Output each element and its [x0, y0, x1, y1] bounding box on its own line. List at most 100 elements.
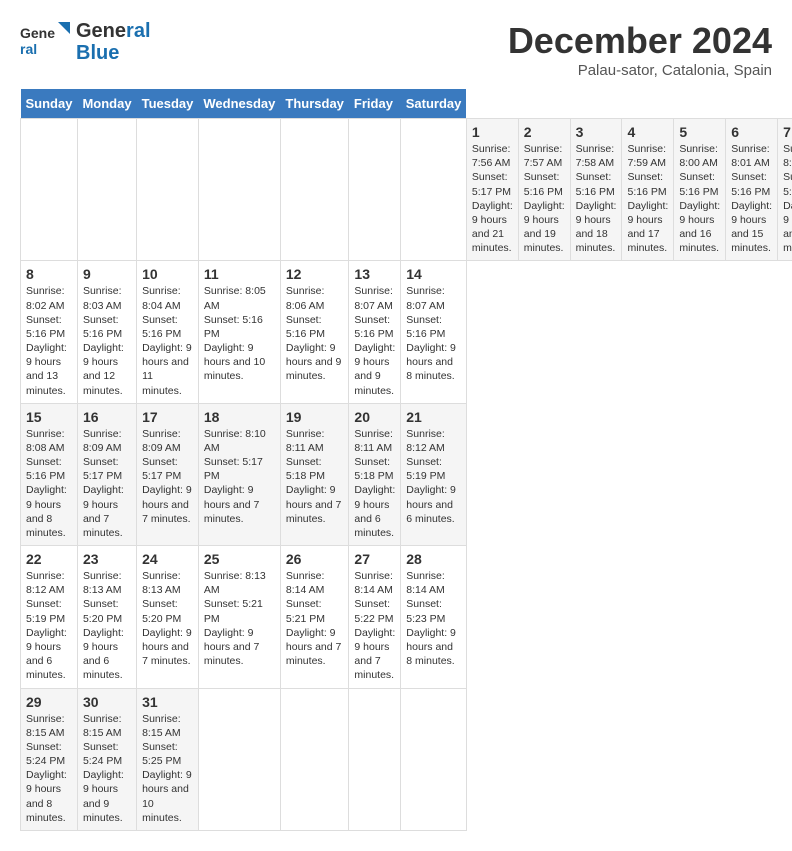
calendar-cell: 5 Sunrise: 8:00 AMSunset: 5:16 PMDayligh… — [674, 119, 726, 261]
calendar-cell: 11 Sunrise: 8:05 AMSunset: 5:16 PMDaylig… — [198, 261, 280, 403]
day-info: Sunrise: 8:02 AMSunset: 5:16 PMDaylight:… — [26, 284, 72, 397]
day-number: 23 — [83, 551, 131, 567]
calendar-cell: 28 Sunrise: 8:14 AMSunset: 5:23 PMDaylig… — [401, 546, 467, 688]
day-info: Sunrise: 8:15 AMSunset: 5:25 PMDaylight:… — [142, 712, 193, 825]
day-number: 2 — [524, 124, 565, 140]
calendar-cell — [401, 688, 467, 830]
day-info: Sunrise: 8:10 AMSunset: 5:17 PMDaylight:… — [204, 427, 275, 526]
day-number: 30 — [83, 694, 131, 710]
day-info: Sunrise: 8:08 AMSunset: 5:16 PMDaylight:… — [26, 427, 72, 540]
calendar-cell — [21, 119, 78, 261]
calendar-cell — [77, 119, 136, 261]
header-sunday: Sunday — [21, 89, 78, 119]
day-info: Sunrise: 8:14 AMSunset: 5:23 PMDaylight:… — [406, 569, 461, 668]
day-info: Sunrise: 7:56 AMSunset: 5:17 PMDaylight:… — [472, 142, 513, 255]
calendar-cell — [349, 688, 401, 830]
day-info: Sunrise: 8:12 AMSunset: 5:19 PMDaylight:… — [26, 569, 72, 682]
calendar-week-row: 22 Sunrise: 8:12 AMSunset: 5:19 PMDaylig… — [21, 546, 792, 688]
day-info: Sunrise: 8:07 AMSunset: 5:16 PMDaylight:… — [354, 284, 395, 397]
calendar-cell: 26 Sunrise: 8:14 AMSunset: 5:21 PMDaylig… — [280, 546, 349, 688]
calendar-cell: 4 Sunrise: 7:59 AMSunset: 5:16 PMDayligh… — [622, 119, 674, 261]
day-number: 24 — [142, 551, 193, 567]
day-number: 16 — [83, 409, 131, 425]
calendar-cell — [137, 119, 199, 261]
day-number: 22 — [26, 551, 72, 567]
calendar-cell: 13 Sunrise: 8:07 AMSunset: 5:16 PMDaylig… — [349, 261, 401, 403]
calendar-cell: 17 Sunrise: 8:09 AMSunset: 5:17 PMDaylig… — [137, 403, 199, 545]
svg-text:Gene: Gene — [20, 25, 55, 41]
day-number: 26 — [286, 551, 344, 567]
calendar-week-row: 29 Sunrise: 8:15 AMSunset: 5:24 PMDaylig… — [21, 688, 792, 830]
day-number: 25 — [204, 551, 275, 567]
calendar-cell: 9 Sunrise: 8:03 AMSunset: 5:16 PMDayligh… — [77, 261, 136, 403]
calendar-cell: 30 Sunrise: 8:15 AMSunset: 5:24 PMDaylig… — [77, 688, 136, 830]
svg-text:ral: ral — [20, 41, 37, 57]
day-info: Sunrise: 8:14 AMSunset: 5:21 PMDaylight:… — [286, 569, 344, 668]
calendar-cell: 14 Sunrise: 8:07 AMSunset: 5:16 PMDaylig… — [401, 261, 467, 403]
day-info: Sunrise: 8:04 AMSunset: 5:16 PMDaylight:… — [142, 284, 193, 397]
calendar-table: Sunday Monday Tuesday Wednesday Thursday… — [20, 89, 792, 831]
day-number: 6 — [731, 124, 772, 140]
day-number: 12 — [286, 266, 344, 282]
day-number: 19 — [286, 409, 344, 425]
calendar-cell: 24 Sunrise: 8:13 AMSunset: 5:20 PMDaylig… — [137, 546, 199, 688]
header-friday: Friday — [349, 89, 401, 119]
day-number: 31 — [142, 694, 193, 710]
header-saturday: Saturday — [401, 89, 467, 119]
calendar-cell: 23 Sunrise: 8:13 AMSunset: 5:20 PMDaylig… — [77, 546, 136, 688]
day-info: Sunrise: 8:03 AMSunset: 5:16 PMDaylight:… — [83, 284, 131, 397]
calendar-cell: 20 Sunrise: 8:11 AMSunset: 5:18 PMDaylig… — [349, 403, 401, 545]
day-number: 13 — [354, 266, 395, 282]
calendar-cell: 22 Sunrise: 8:12 AMSunset: 5:19 PMDaylig… — [21, 546, 78, 688]
calendar-cell: 3 Sunrise: 7:58 AMSunset: 5:16 PMDayligh… — [570, 119, 622, 261]
logo: Gene ral General Blue — [20, 20, 151, 64]
title-block: December 2024 Palau-sator, Catalonia, Sp… — [508, 20, 772, 79]
day-number: 5 — [679, 124, 720, 140]
location: Palau-sator, Catalonia, Spain — [508, 62, 772, 79]
calendar-cell: 27 Sunrise: 8:14 AMSunset: 5:22 PMDaylig… — [349, 546, 401, 688]
day-info: Sunrise: 8:11 AMSunset: 5:18 PMDaylight:… — [286, 427, 344, 526]
day-number: 29 — [26, 694, 72, 710]
calendar-cell: 31 Sunrise: 8:15 AMSunset: 5:25 PMDaylig… — [137, 688, 199, 830]
day-info: Sunrise: 8:13 AMSunset: 5:20 PMDaylight:… — [83, 569, 131, 682]
weekday-header-row: Sunday Monday Tuesday Wednesday Thursday… — [21, 89, 792, 119]
calendar-cell: 25 Sunrise: 8:13 AMSunset: 5:21 PMDaylig… — [198, 546, 280, 688]
day-number: 27 — [354, 551, 395, 567]
day-number: 7 — [783, 124, 792, 140]
calendar-cell — [349, 119, 401, 261]
day-number: 4 — [627, 124, 668, 140]
calendar-cell: 16 Sunrise: 8:09 AMSunset: 5:17 PMDaylig… — [77, 403, 136, 545]
day-info: Sunrise: 8:01 AMSunset: 5:16 PMDaylight:… — [783, 142, 792, 255]
calendar-cell: 29 Sunrise: 8:15 AMSunset: 5:24 PMDaylig… — [21, 688, 78, 830]
day-info: Sunrise: 8:00 AMSunset: 5:16 PMDaylight:… — [679, 142, 720, 255]
calendar-cell — [198, 119, 280, 261]
calendar-cell: 2 Sunrise: 7:57 AMSunset: 5:16 PMDayligh… — [518, 119, 570, 261]
day-number: 20 — [354, 409, 395, 425]
header-thursday: Thursday — [280, 89, 349, 119]
page-header: Gene ral General Blue December 2024 Pala… — [20, 20, 772, 79]
day-info: Sunrise: 8:01 AMSunset: 5:16 PMDaylight:… — [731, 142, 772, 255]
calendar-cell — [198, 688, 280, 830]
calendar-week-row: 1 Sunrise: 7:56 AMSunset: 5:17 PMDayligh… — [21, 119, 792, 261]
calendar-cell — [280, 688, 349, 830]
calendar-week-row: 8 Sunrise: 8:02 AMSunset: 5:16 PMDayligh… — [21, 261, 792, 403]
calendar-cell: 8 Sunrise: 8:02 AMSunset: 5:16 PMDayligh… — [21, 261, 78, 403]
header-tuesday: Tuesday — [137, 89, 199, 119]
day-info: Sunrise: 7:58 AMSunset: 5:16 PMDaylight:… — [576, 142, 617, 255]
day-number: 11 — [204, 266, 275, 282]
day-info: Sunrise: 8:06 AMSunset: 5:16 PMDaylight:… — [286, 284, 344, 383]
day-info: Sunrise: 7:59 AMSunset: 5:16 PMDaylight:… — [627, 142, 668, 255]
day-number: 10 — [142, 266, 193, 282]
day-number: 9 — [83, 266, 131, 282]
calendar-cell: 12 Sunrise: 8:06 AMSunset: 5:16 PMDaylig… — [280, 261, 349, 403]
calendar-cell: 1 Sunrise: 7:56 AMSunset: 5:17 PMDayligh… — [466, 119, 518, 261]
header-wednesday: Wednesday — [198, 89, 280, 119]
logo-svg: Gene ral — [20, 20, 70, 62]
calendar-cell: 21 Sunrise: 8:12 AMSunset: 5:19 PMDaylig… — [401, 403, 467, 545]
day-info: Sunrise: 8:11 AMSunset: 5:18 PMDaylight:… — [354, 427, 395, 540]
day-info: Sunrise: 8:14 AMSunset: 5:22 PMDaylight:… — [354, 569, 395, 682]
calendar-cell: 19 Sunrise: 8:11 AMSunset: 5:18 PMDaylig… — [280, 403, 349, 545]
day-number: 14 — [406, 266, 461, 282]
day-number: 15 — [26, 409, 72, 425]
day-number: 1 — [472, 124, 513, 140]
